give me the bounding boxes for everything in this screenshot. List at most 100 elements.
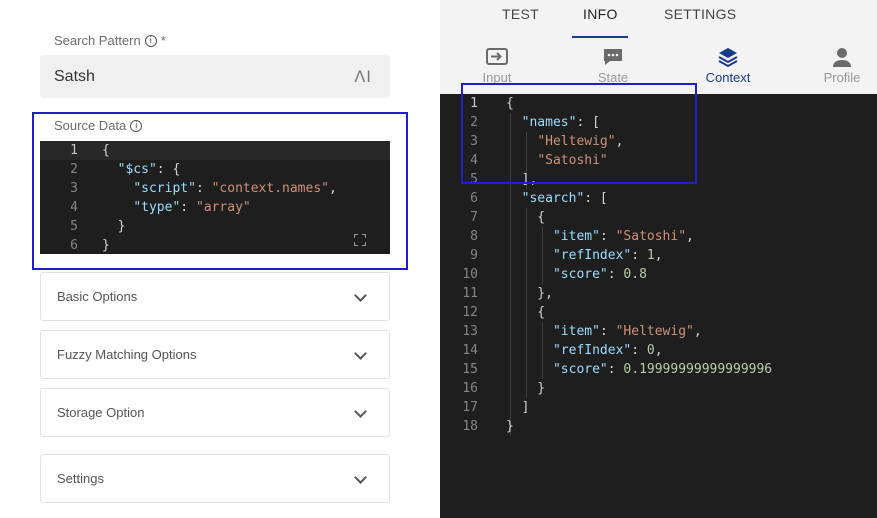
code-token: :	[599, 324, 616, 339]
ai-assist-icon[interactable]: ΛI	[354, 67, 372, 86]
required-marker: *	[160, 33, 166, 48]
active-tab-indicator	[572, 36, 628, 38]
highlight-box-source-data	[32, 112, 408, 270]
accordion-fuzzy-matching-options[interactable]: Fuzzy Matching Options	[40, 330, 390, 379]
left-config-panel: Search Pattern i * Satsh ΛI Source Data …	[0, 0, 440, 518]
code-text: "search": [	[506, 189, 608, 208]
highlight-box-names	[461, 83, 697, 184]
subtab-profile[interactable]: Profile	[802, 46, 877, 85]
code-line: 8 "item": "Satoshi",	[440, 227, 877, 246]
code-token: 0.19999999999999996	[623, 362, 773, 377]
code-line: 17 ]	[440, 398, 877, 417]
code-line: 6 "search": [	[440, 189, 877, 208]
code-text: {	[506, 208, 545, 227]
code-token: : [	[584, 191, 608, 206]
code-token: :	[607, 362, 624, 377]
chevron-down-icon	[354, 289, 367, 302]
code-token: "score"	[552, 267, 608, 282]
code-token: 1	[646, 248, 655, 263]
code-token: "score"	[552, 362, 608, 377]
line-number: 11	[462, 286, 478, 301]
code-text: "refIndex": 1,	[506, 246, 663, 265]
code-text: "score": 0.19999999999999996	[506, 360, 772, 379]
code-line: 16 }	[440, 379, 877, 398]
search-pattern-label-row: Search Pattern i *	[54, 33, 166, 48]
code-token: }	[506, 381, 546, 396]
line-number: 18	[462, 419, 478, 434]
code-line: 11 },	[440, 284, 877, 303]
chevron-down-icon	[354, 471, 367, 484]
chevron-down-icon	[354, 405, 367, 418]
line-number: 8	[470, 229, 478, 244]
code-token: "search"	[521, 191, 585, 206]
code-line: 10 "score": 0.8	[440, 265, 877, 284]
line-number: 13	[462, 324, 478, 339]
code-line: 12 {	[440, 303, 877, 322]
layers-icon	[718, 48, 738, 68]
code-token: "refIndex"	[552, 343, 632, 358]
code-token: }	[506, 419, 514, 434]
chat-icon	[604, 49, 622, 65]
code-token: "Heltewig"	[615, 324, 694, 339]
code-text: }	[506, 379, 545, 398]
code-token: :	[631, 343, 647, 358]
code-token: "refIndex"	[552, 248, 632, 263]
code-text: "item": "Heltewig",	[506, 322, 702, 341]
info-icon[interactable]: i	[144, 34, 157, 47]
line-number: 16	[462, 381, 478, 396]
tab-settings[interactable]: SETTINGS	[664, 6, 736, 22]
accordion-label: Settings	[57, 471, 104, 486]
tab-test[interactable]: TEST	[502, 6, 539, 22]
line-number: 12	[462, 305, 478, 320]
code-text: "refIndex": 0,	[506, 341, 663, 360]
code-token: ]	[506, 400, 530, 415]
input-icon	[486, 48, 508, 65]
code-token: {	[506, 305, 546, 320]
subtab-state[interactable]: State	[573, 46, 653, 85]
code-line: 9 "refIndex": 1,	[440, 246, 877, 265]
code-token: :	[599, 229, 616, 244]
line-number: 6	[470, 191, 478, 206]
code-text: "score": 0.8	[506, 265, 647, 284]
code-token: 0.8	[623, 267, 647, 282]
subtab-label: Context	[705, 70, 751, 85]
line-number: 15	[462, 362, 478, 377]
code-token: ,	[654, 343, 663, 358]
code-token: ,	[686, 229, 694, 244]
accordion-label: Fuzzy Matching Options	[57, 347, 197, 362]
accordion-settings[interactable]: Settings	[40, 454, 390, 503]
code-text: ]	[506, 398, 530, 417]
line-number: 9	[470, 248, 478, 263]
accordion-label: Storage Option	[57, 405, 145, 420]
search-pattern-label: Search Pattern	[54, 33, 141, 48]
app-root: Search Pattern i * Satsh ΛI Source Data …	[0, 0, 877, 518]
code-token: 0	[646, 343, 655, 358]
line-number: 14	[462, 343, 478, 358]
search-pattern-input[interactable]: Satsh ΛI	[40, 55, 390, 98]
tab-info[interactable]: INFO	[583, 6, 618, 22]
subtab-context[interactable]: Context	[688, 46, 768, 85]
code-token: "item"	[552, 324, 600, 339]
person-icon	[833, 48, 851, 67]
code-line: 14 "refIndex": 0,	[440, 341, 877, 360]
subtab-input[interactable]: Input	[457, 46, 537, 85]
accordion-storage-option[interactable]: Storage Option	[40, 388, 390, 437]
code-line: 15 "score": 0.19999999999999996	[440, 360, 877, 379]
accordion-basic-options[interactable]: Basic Options	[40, 272, 390, 321]
code-token: "item"	[552, 229, 600, 244]
code-line: 13 "item": "Heltewig",	[440, 322, 877, 341]
line-number: 7	[470, 210, 478, 225]
line-number: 10	[462, 267, 478, 282]
code-token: :	[631, 248, 647, 263]
code-text: {	[506, 303, 545, 322]
code-line: 18}	[440, 417, 877, 436]
panel-header: TEST INFO SETTINGS Input State Context P…	[440, 0, 877, 94]
code-text: },	[506, 284, 553, 303]
search-pattern-value: Satsh	[54, 68, 95, 85]
